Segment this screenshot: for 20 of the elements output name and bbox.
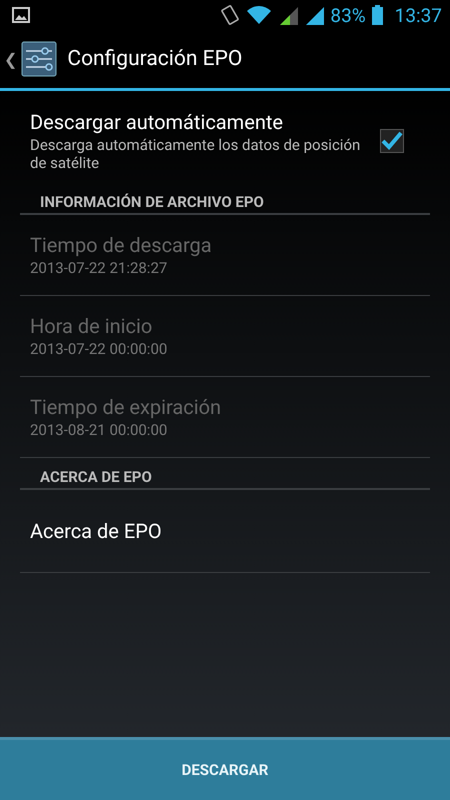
gallery-icon [12,7,30,23]
preference-title[interactable]: Acerca de EPO [30,519,420,543]
section-header: ACERCA DE EPO [20,458,430,490]
screen-title: Configuración EPO [67,47,242,71]
preference-summary: 2013-07-22 21:28:27 [30,259,168,277]
vibrate-icon [220,4,240,26]
preference-summary: Descarga automáticamente los datos de posición de satélite [30,136,362,172]
battery-percent: 83% [330,4,366,26]
wifi-icon [246,5,272,25]
signal-icon [278,5,298,25]
settings-icon[interactable] [21,41,58,77]
checkbox[interactable] [380,129,404,153]
section-header: INFORMACIÓN DE ARCHIVO EPO [20,183,430,215]
clock: 13:37 [394,4,442,26]
preference-summary: 2013-07-22 00:00:00 [30,340,168,358]
signal-icon [304,5,324,25]
preference-summary: 2013-08-21 00:00:00 [30,421,168,439]
battery-icon [372,5,383,25]
preference-title[interactable]: Descargar automáticamente [30,110,370,134]
back-icon[interactable]: ❮ [4,50,18,68]
